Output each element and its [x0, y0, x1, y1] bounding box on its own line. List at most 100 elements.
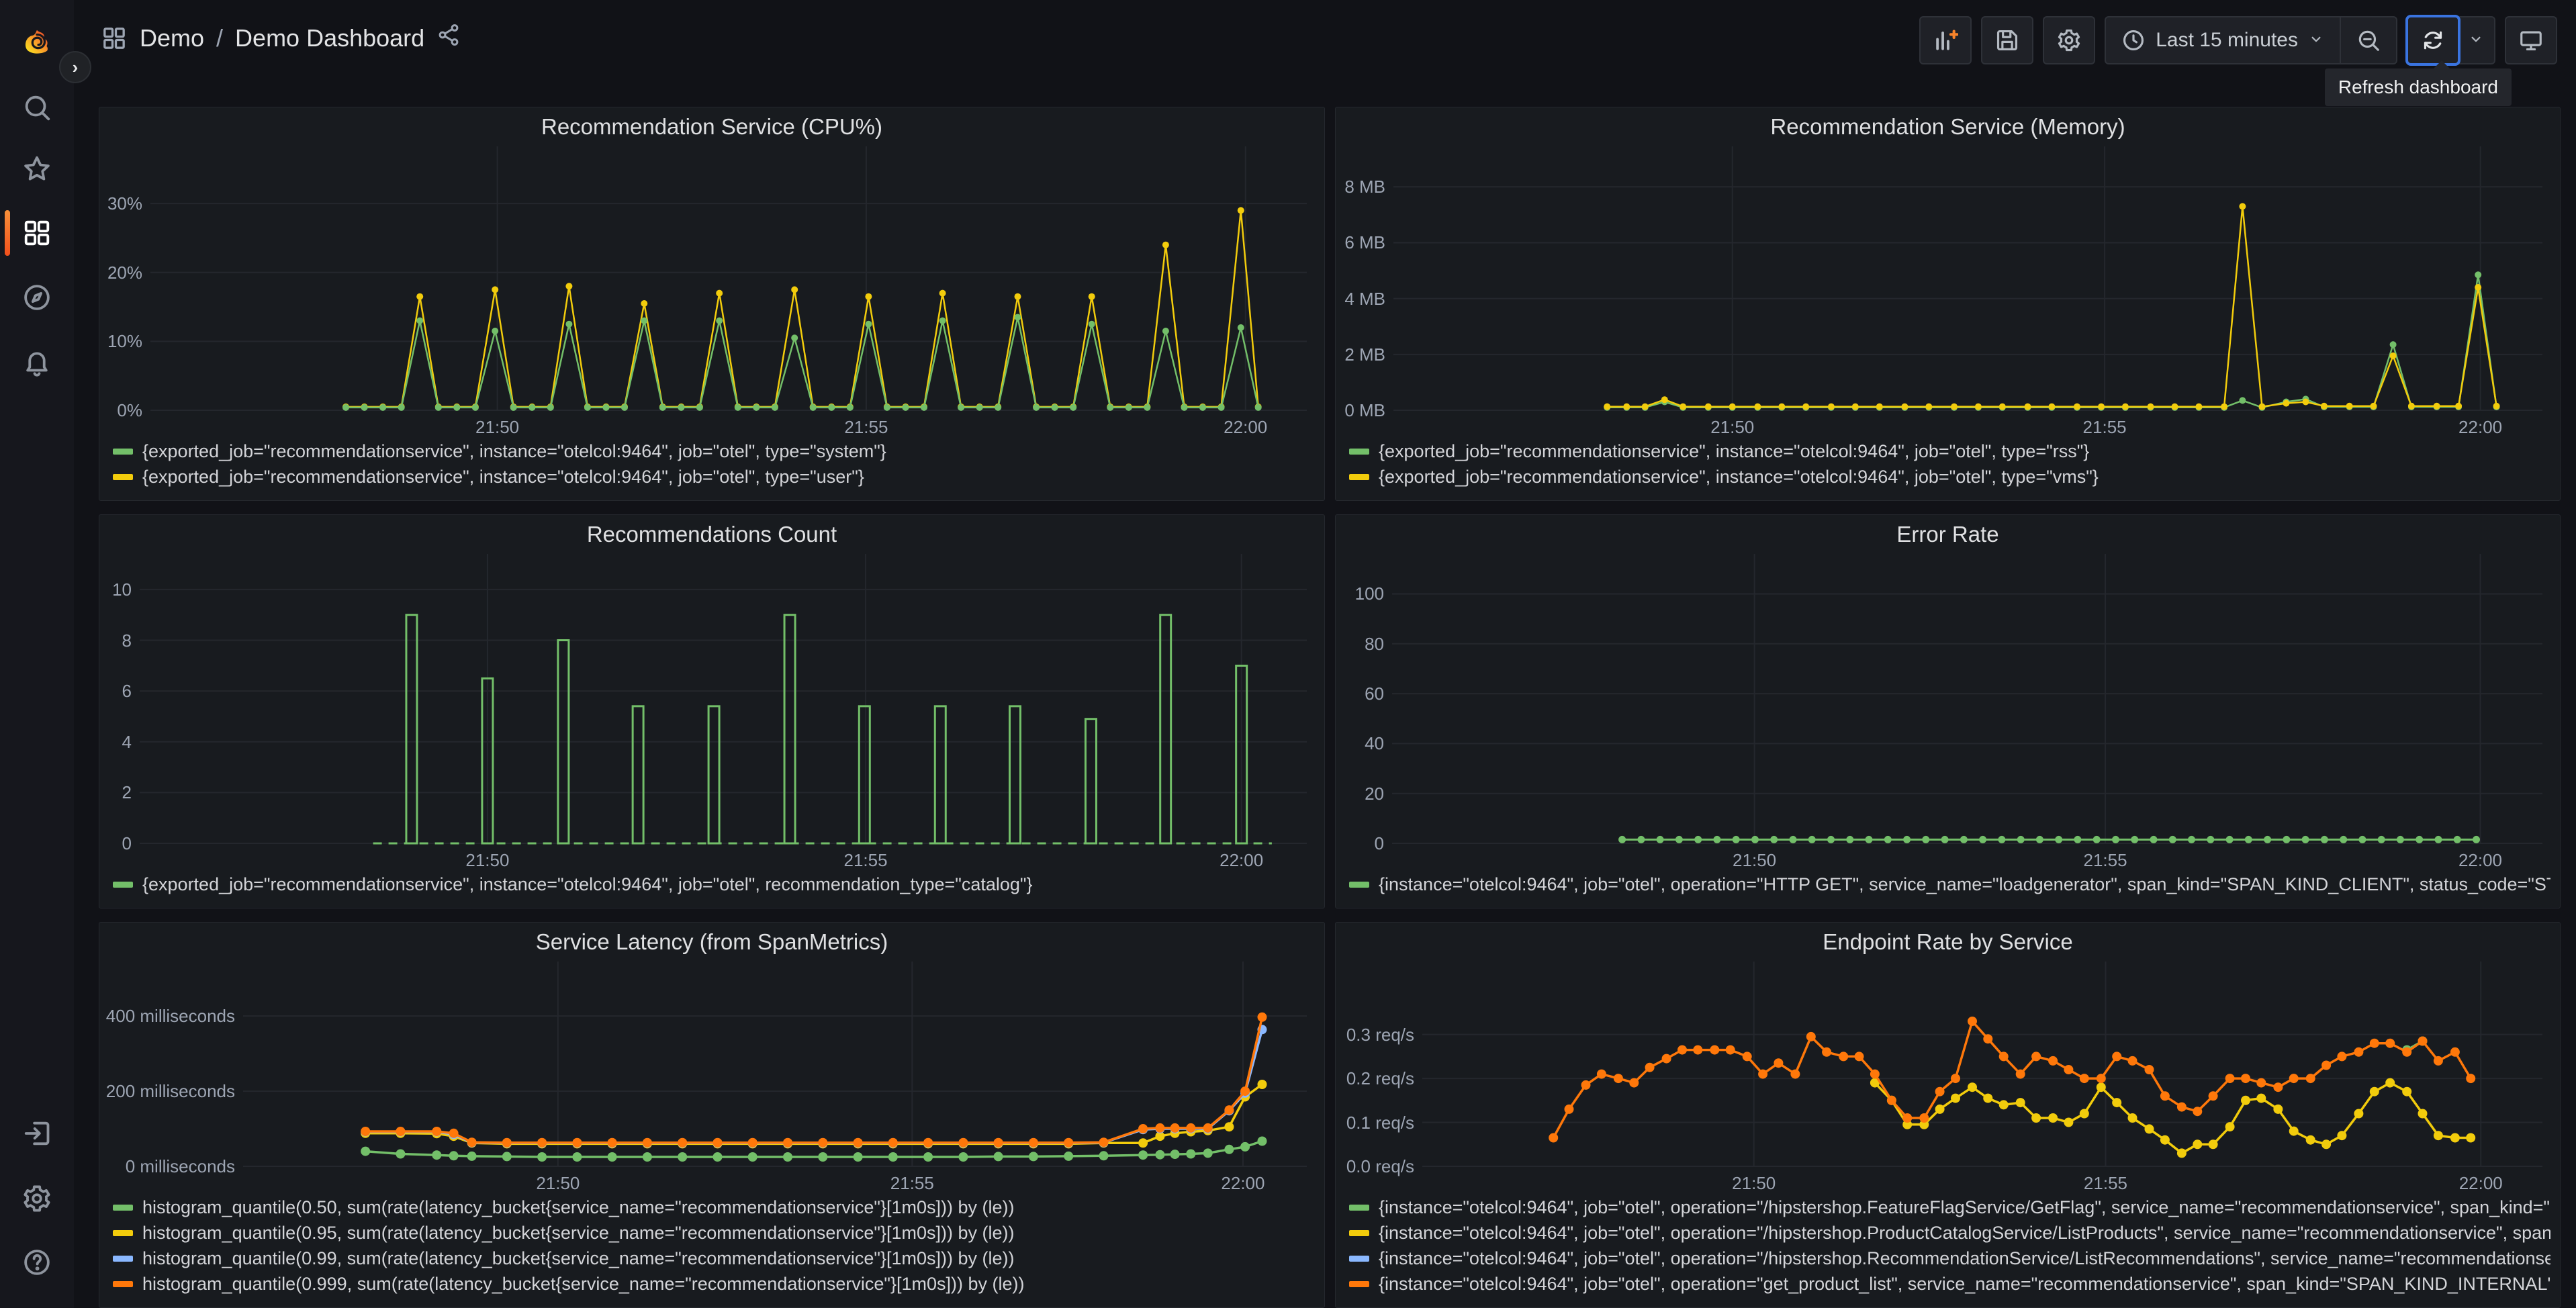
share-dashboard-button[interactable] — [436, 23, 461, 53]
y-axis-label: 60 — [1365, 684, 1384, 704]
sidebar-item-help[interactable] — [0, 1233, 74, 1292]
y-axis-label: 6 — [122, 681, 132, 702]
x-axis-label: 22:00 — [1221, 1173, 1265, 1193]
panel-header[interactable]: Error Rate — [1336, 515, 2560, 554]
sidebar-item-dashboards[interactable] — [0, 203, 74, 263]
chart-plot[interactable] — [1422, 962, 2542, 1172]
legend-item[interactable]: histogram_quantile(0.99, sum(rate(latenc… — [113, 1246, 1315, 1271]
search-minus-icon — [2358, 30, 2379, 51]
save-dashboard-button[interactable] — [1981, 16, 2034, 64]
panel-title[interactable]: Recommendations Count — [587, 522, 837, 547]
time-controls-group: Last 15 minutes — [2105, 16, 2397, 64]
chart-plot[interactable] — [243, 962, 1307, 1172]
panel-header[interactable]: Recommendations Count — [99, 515, 1324, 554]
sidebar-item-explore[interactable] — [0, 268, 74, 327]
sidebar-expand-button[interactable]: › — [59, 51, 91, 83]
sidebar-item-settings[interactable] — [0, 1169, 74, 1228]
panel-title[interactable]: Recommendation Service (Memory) — [1770, 114, 2125, 140]
dashboard-settings-button[interactable] — [2043, 16, 2096, 64]
legend-item[interactable]: {instance="otelcol:9464", job="otel", op… — [1349, 1246, 2550, 1271]
sidebar-item-alerting[interactable] — [0, 333, 74, 392]
chart-plot[interactable] — [140, 554, 1307, 849]
legend-color-marker — [1349, 473, 1369, 480]
legend-color-marker — [1349, 1280, 1369, 1287]
legend-item[interactable]: {instance="otelcol:9464", job="otel", op… — [1349, 1195, 2550, 1220]
breadcrumb-section[interactable]: Demo — [140, 24, 204, 52]
legend: histogram_quantile(0.50, sum(rate(latenc… — [113, 1195, 1315, 1302]
legend-label: {instance="otelcol:9464", job="otel", op… — [1379, 1273, 2550, 1294]
monitor-icon — [2520, 31, 2542, 51]
chart-plot[interactable] — [1392, 554, 2542, 849]
legend-color-marker — [1349, 1204, 1369, 1211]
x-axis-label: 22:00 — [2458, 417, 2503, 437]
legend-label: {instance="otelcol:9464", job="otel", op… — [1379, 874, 2550, 894]
x-axis: 21:50 21:55 22:00 — [150, 416, 1307, 438]
panel-title[interactable]: Error Rate — [1896, 522, 1998, 547]
refresh-dashboard-button[interactable] — [2405, 15, 2460, 66]
legend-item[interactable]: {instance="otelcol:9464", job="otel", op… — [1349, 1271, 2550, 1297]
x-axis-label: 21:55 — [844, 417, 888, 437]
legend-item[interactable]: {exported_job="recommendationservice", i… — [113, 438, 1315, 464]
gear-icon — [2058, 29, 2080, 52]
legend-color-marker — [1349, 448, 1369, 455]
panel-header[interactable]: Recommendation Service (CPU%) — [99, 107, 1324, 146]
legend-color-marker — [113, 1280, 133, 1287]
y-axis: 30% 20% 10% 0% — [107, 146, 150, 420]
y-axis-label: 4 — [122, 731, 132, 752]
panel-body: 30% 20% 10% 0% 21:50 21:55 22:00 {exported_jo… — [107, 146, 1315, 495]
panel-header[interactable]: Recommendation Service (Memory) — [1336, 107, 2560, 146]
active-indicator — [5, 210, 10, 256]
panel-title[interactable]: Endpoint Rate by Service — [1823, 929, 2072, 955]
legend-item[interactable]: {exported_job="recommendationservice", i… — [113, 464, 1315, 489]
chart-plot[interactable] — [1393, 146, 2542, 416]
share-alt-icon — [439, 24, 459, 46]
panel-title[interactable]: Recommendation Service (CPU%) — [541, 114, 882, 140]
legend-label: {exported_job="recommendationservice", i… — [142, 440, 886, 461]
breadcrumb: Demo / Demo Dashboard — [101, 23, 461, 53]
panel-header[interactable]: Service Latency (from SpanMetrics) — [99, 923, 1324, 962]
add-panel-button[interactable] — [1919, 16, 1972, 64]
search-icon — [25, 95, 50, 121]
legend-item[interactable]: {exported_job="recommendationservice", i… — [113, 872, 1315, 897]
question-circle-icon — [24, 1250, 50, 1275]
x-axis-label: 21:50 — [1733, 850, 1777, 870]
x-axis-label: 21:55 — [2083, 850, 2127, 870]
legend-color-marker — [1349, 1229, 1369, 1236]
add-panel-icon — [1936, 30, 1959, 50]
sidebar-item-search[interactable] — [0, 78, 74, 137]
refresh-interval-button[interactable] — [2458, 17, 2494, 63]
time-range-picker[interactable]: Last 15 minutes — [2106, 17, 2340, 63]
legend-item[interactable]: {exported_job="recommendationservice", i… — [1349, 438, 2550, 464]
time-range-label: Last 15 minutes — [2156, 29, 2298, 51]
legend-label: {instance="otelcol:9464", job="otel", op… — [1379, 1248, 2550, 1268]
panel-body: 8 MB 6 MB 4 MB 2 MB 0 MB 21:50 21:55 22:00 {ex… — [1344, 146, 2550, 495]
chart-plot[interactable] — [150, 146, 1307, 416]
panel-recommendations-count: Recommendations Count 10 8 6 4 2 0 21:50 21:55… — [99, 514, 1325, 908]
x-axis-label: 21:55 — [890, 1173, 934, 1193]
y-axis-label: 2 — [122, 782, 132, 803]
legend-item[interactable]: histogram_quantile(0.999, sum(rate(laten… — [113, 1271, 1315, 1297]
panel-recommendation-cpu: Recommendation Service (CPU%) 30% 20% 10% 0… — [99, 107, 1325, 501]
panel-title[interactable]: Service Latency (from SpanMetrics) — [536, 929, 888, 955]
legend: {exported_job="recommendationservice", i… — [1349, 438, 2550, 495]
x-axis-label: 22:00 — [2458, 850, 2503, 870]
y-axis-label: 200 milliseconds — [105, 1081, 235, 1102]
y-axis-label: 8 MB — [1344, 177, 1385, 197]
panel-body: 400 milliseconds 200 milliseconds 0 millis… — [105, 962, 1315, 1302]
zoom-out-button[interactable] — [2341, 17, 2396, 63]
legend-item[interactable]: {instance="otelcol:9464", job="otel", op… — [1349, 872, 2550, 897]
y-axis-label: 4 MB — [1344, 288, 1385, 309]
sidebar-item-sign-in[interactable] — [0, 1104, 74, 1163]
breadcrumb-page[interactable]: Demo Dashboard — [235, 24, 424, 52]
legend-item[interactable]: histogram_quantile(0.50, sum(rate(latenc… — [113, 1195, 1315, 1220]
sidebar-item-starred[interactable] — [0, 140, 74, 199]
y-axis-label: 6 MB — [1344, 232, 1385, 253]
legend-item[interactable]: histogram_quantile(0.95, sum(rate(latenc… — [113, 1220, 1315, 1246]
legend-color-marker — [113, 1255, 133, 1262]
legend-item[interactable]: {exported_job="recommendationservice", i… — [1349, 464, 2550, 489]
panel-header[interactable]: Endpoint Rate by Service — [1336, 923, 2560, 962]
legend-item[interactable]: {instance="otelcol:9464", job="otel", op… — [1349, 1220, 2550, 1246]
cycle-view-mode-button[interactable] — [2505, 16, 2557, 64]
y-axis-label: 0.2 req/s — [1346, 1068, 1414, 1089]
save-icon — [1997, 30, 2018, 51]
